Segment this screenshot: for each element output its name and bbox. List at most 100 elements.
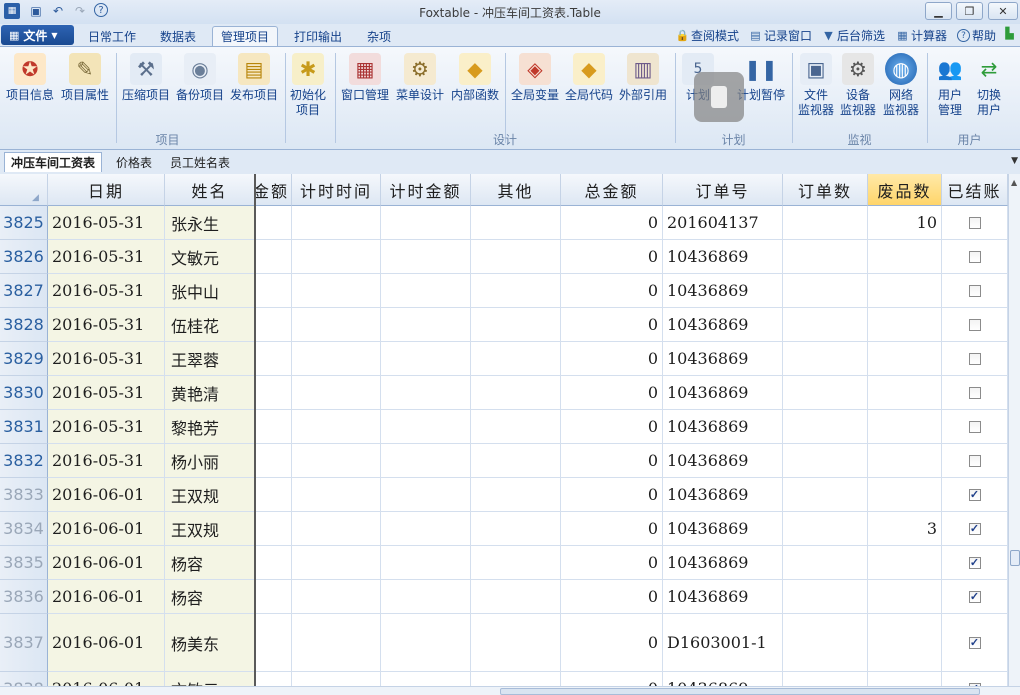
- other-cell[interactable]: [471, 478, 561, 512]
- amount-cell[interactable]: [255, 444, 292, 478]
- order-number-header[interactable]: 订单号: [663, 174, 783, 206]
- date-cell[interactable]: 2016-06-01: [48, 546, 165, 580]
- name-cell[interactable]: 王翠蓉: [165, 342, 255, 376]
- name-header[interactable]: 姓名: [165, 174, 255, 206]
- compress-project-button[interactable]: ⚒ 压缩项目: [122, 53, 170, 103]
- total-cell[interactable]: 0: [561, 410, 663, 444]
- amount-cell[interactable]: [255, 240, 292, 274]
- project-info-button[interactable]: ✪ 项目信息: [6, 53, 54, 103]
- total-cell[interactable]: 0: [561, 342, 663, 376]
- amount-cell[interactable]: [255, 672, 292, 686]
- time-amount-cell[interactable]: [381, 206, 471, 240]
- waste-cell[interactable]: [868, 672, 942, 686]
- order-number-cell[interactable]: 10436869: [663, 376, 783, 410]
- checkbox-checked[interactable]: ✓: [968, 488, 981, 501]
- waste-cell[interactable]: [868, 614, 942, 672]
- other-cell[interactable]: [471, 672, 561, 686]
- row-header[interactable]: 3827: [0, 274, 48, 308]
- file-menu-button[interactable]: ▦ 文件 ▼: [1, 25, 74, 45]
- user-manage-button[interactable]: 👥 用户 管理: [934, 53, 966, 118]
- settled-cell[interactable]: [942, 308, 1008, 342]
- time-amount-cell[interactable]: [381, 376, 471, 410]
- total-cell[interactable]: 0: [561, 614, 663, 672]
- other-cell[interactable]: [471, 546, 561, 580]
- other-cell[interactable]: [471, 376, 561, 410]
- publish-project-button[interactable]: ▤ 发布项目: [230, 53, 278, 103]
- time-cell[interactable]: [292, 410, 381, 444]
- global-code-button[interactable]: ◆ 全局代码: [565, 53, 613, 103]
- order-number-cell[interactable]: 10436869: [663, 672, 783, 686]
- other-cell[interactable]: [471, 240, 561, 274]
- row-header[interactable]: 3837: [0, 614, 48, 672]
- time-amount-header[interactable]: 计时金额: [381, 174, 471, 206]
- amount-cell[interactable]: [255, 376, 292, 410]
- checkbox-unchecked[interactable]: [968, 386, 981, 399]
- row-header[interactable]: 3836: [0, 580, 48, 614]
- time-amount-cell[interactable]: [381, 672, 471, 686]
- time-cell[interactable]: [292, 614, 381, 672]
- time-cell[interactable]: [292, 672, 381, 686]
- other-cell[interactable]: [471, 342, 561, 376]
- horizontal-scrollbar[interactable]: [0, 686, 1020, 695]
- waste-cell[interactable]: [868, 410, 942, 444]
- time-amount-cell[interactable]: [381, 274, 471, 308]
- name-cell[interactable]: 王双规: [165, 478, 255, 512]
- time-cell[interactable]: [292, 308, 381, 342]
- total-cell[interactable]: 0: [561, 546, 663, 580]
- total-cell[interactable]: 0: [561, 240, 663, 274]
- total-cell[interactable]: 0: [561, 478, 663, 512]
- total-cell[interactable]: 0: [561, 308, 663, 342]
- checkbox-checked[interactable]: ✓: [968, 590, 981, 603]
- time-cell[interactable]: [292, 478, 381, 512]
- time-amount-cell[interactable]: [381, 308, 471, 342]
- external-reference-button[interactable]: ▥ 外部引用: [619, 53, 667, 103]
- amount-header[interactable]: 金额: [255, 174, 292, 206]
- other-cell[interactable]: [471, 274, 561, 308]
- time-header[interactable]: 计时时间: [292, 174, 381, 206]
- checkbox-unchecked[interactable]: [968, 250, 981, 263]
- tab-daily-work[interactable]: 日常工作: [80, 26, 144, 46]
- date-cell[interactable]: 2016-06-01: [48, 672, 165, 686]
- row-header[interactable]: 3831: [0, 410, 48, 444]
- checkbox-unchecked[interactable]: [968, 284, 981, 297]
- time-cell[interactable]: [292, 240, 381, 274]
- other-cell[interactable]: [471, 308, 561, 342]
- order-number-cell[interactable]: 10436869: [663, 580, 783, 614]
- name-cell[interactable]: 文敏元: [165, 672, 255, 686]
- settled-cell[interactable]: ✓: [942, 580, 1008, 614]
- vertical-scrollbar[interactable]: ▲: [1008, 174, 1020, 686]
- time-cell[interactable]: [292, 342, 381, 376]
- tab-misc[interactable]: 杂项: [358, 26, 400, 46]
- name-cell[interactable]: 杨美东: [165, 614, 255, 672]
- order-qty-cell[interactable]: [783, 444, 868, 478]
- name-cell[interactable]: 黎艳芳: [165, 410, 255, 444]
- checkbox-checked[interactable]: ✓: [968, 556, 981, 569]
- lookup-mode-button[interactable]: 🔒 查阅模式: [676, 27, 739, 44]
- amount-cell[interactable]: [255, 410, 292, 444]
- name-cell[interactable]: 杨容: [165, 580, 255, 614]
- checkbox-unchecked[interactable]: [968, 420, 981, 433]
- date-cell[interactable]: 2016-05-31: [48, 444, 165, 478]
- settled-cell[interactable]: ✓: [942, 478, 1008, 512]
- waste-cell[interactable]: [868, 546, 942, 580]
- order-qty-cell[interactable]: [783, 274, 868, 308]
- waste-cell[interactable]: [868, 274, 942, 308]
- date-cell[interactable]: 2016-06-01: [48, 580, 165, 614]
- name-cell[interactable]: 黄艳清: [165, 376, 255, 410]
- order-qty-cell[interactable]: [783, 376, 868, 410]
- time-cell[interactable]: [292, 580, 381, 614]
- checkbox-unchecked[interactable]: [968, 454, 981, 467]
- time-amount-cell[interactable]: [381, 410, 471, 444]
- name-cell[interactable]: 文敏元: [165, 240, 255, 274]
- row-header[interactable]: 3834: [0, 512, 48, 546]
- amount-cell[interactable]: [255, 512, 292, 546]
- order-number-cell[interactable]: 10436869: [663, 308, 783, 342]
- backup-project-button[interactable]: ◉ 备份项目: [176, 53, 224, 103]
- order-number-cell[interactable]: 10436869: [663, 240, 783, 274]
- sheet-tab-price-list[interactable]: 价格表: [110, 152, 158, 172]
- order-qty-cell[interactable]: [783, 546, 868, 580]
- checkbox-unchecked[interactable]: [968, 352, 981, 365]
- name-cell[interactable]: 王双规: [165, 512, 255, 546]
- other-cell[interactable]: [471, 580, 561, 614]
- order-qty-cell[interactable]: [783, 614, 868, 672]
